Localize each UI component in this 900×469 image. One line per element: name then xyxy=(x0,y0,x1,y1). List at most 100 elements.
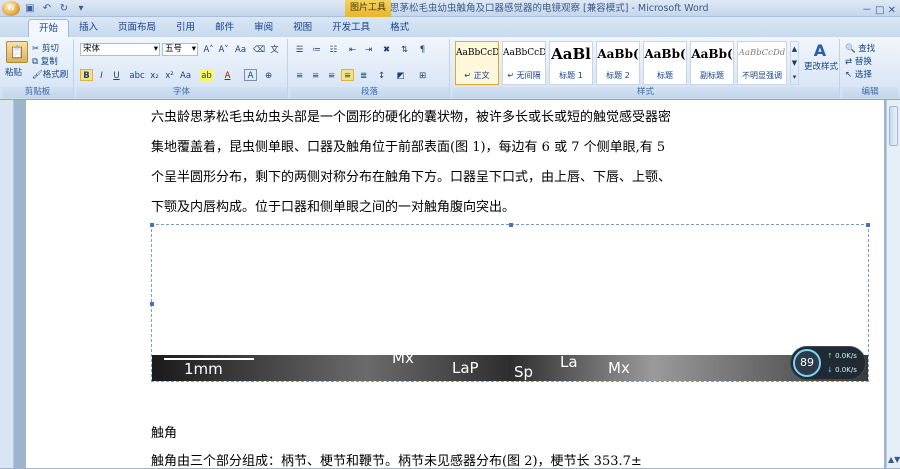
borders-icon[interactable]: ⊞ xyxy=(416,69,429,81)
style-no-spacing[interactable]: AaBbCcDc ↵ 无间隔 xyxy=(502,41,546,85)
bold-button[interactable]: B xyxy=(80,69,93,81)
style-heading-2-sample: AaBb( xyxy=(597,47,639,61)
download-rate-value: 0.0K/s xyxy=(835,366,857,374)
vertical-scrollbar[interactable]: ▲▼ xyxy=(886,100,900,468)
style-subtitle[interactable]: AaBb( 副标题 xyxy=(690,41,734,85)
select-label: 选择 xyxy=(854,70,872,80)
strikethrough-button[interactable]: abc xyxy=(128,69,146,81)
show-marks-icon[interactable]: ¶ xyxy=(416,43,429,55)
network-speed-widget[interactable]: 89 ↑ 0.0K/s ↓ 0.0K/s xyxy=(790,346,866,380)
binoculars-icon: 🔍 xyxy=(845,44,856,54)
download-arrow-icon: ↓ xyxy=(827,366,833,374)
scrollbar-thumb[interactable] xyxy=(889,106,898,146)
shrink-font-icon[interactable]: A˅ xyxy=(217,43,230,55)
style-subtle-emphasis[interactable]: AaBbCcDd 不明显强调 xyxy=(737,41,787,85)
align-left-icon[interactable]: ≡ xyxy=(293,69,306,81)
editing-group-label: 编辑 xyxy=(842,87,898,98)
style-title[interactable]: AaBb( 标题 xyxy=(643,41,687,85)
decrease-indent-icon[interactable]: ⇤ xyxy=(346,43,359,55)
cut-button[interactable]: ✂ 剪切 xyxy=(32,42,59,54)
phonetic-icon[interactable]: 文 xyxy=(268,43,281,55)
resize-handle[interactable] xyxy=(509,223,513,227)
picture-tools-context-tab: 图片工具 xyxy=(345,0,392,17)
undo-icon[interactable]: ↶ xyxy=(40,2,54,16)
change-styles-label: 更改样式 xyxy=(804,62,839,72)
subscript-button[interactable]: x₂ xyxy=(148,69,161,81)
office-button-icon[interactable]: W xyxy=(2,1,20,16)
highlight-icon[interactable]: ab xyxy=(200,69,213,81)
resize-handle[interactable] xyxy=(866,223,870,227)
italic-button[interactable]: I xyxy=(95,69,108,81)
align-right-icon[interactable]: ≡ xyxy=(325,69,338,81)
tab-home[interactable]: 开始 xyxy=(28,19,70,37)
format-painter-button[interactable]: 🖌格式刷 xyxy=(32,68,68,80)
page-nav-icon[interactable]: ▲▼ xyxy=(888,455,900,464)
paste-icon[interactable]: 📋 xyxy=(6,41,28,63)
font-group-label: 字体 xyxy=(76,87,287,98)
resize-handle[interactable] xyxy=(150,223,154,227)
style-no-spacing-sample: AaBbCcDc xyxy=(503,48,545,58)
font-color-icon[interactable]: A xyxy=(221,69,234,81)
figure-label: Mx xyxy=(392,355,414,367)
line-spacing-icon[interactable]: ↕ xyxy=(375,69,388,81)
save-icon[interactable]: ▣ xyxy=(23,2,37,16)
tab-developer[interactable]: 开发工具 xyxy=(322,19,380,37)
style-subtitle-sample: AaBb( xyxy=(691,47,733,61)
justify-icon[interactable]: ≡ xyxy=(341,69,354,81)
font-size-combo[interactable]: 五号 ▾ xyxy=(162,43,198,56)
style-subtle-emphasis-name: 不明显强调 xyxy=(742,71,782,80)
char-border-icon[interactable]: A xyxy=(244,69,257,81)
style-normal[interactable]: AaBbCcDc ↵ 正文 xyxy=(455,41,499,85)
align-center-icon[interactable]: ≡ xyxy=(309,69,322,81)
scale-label: 1mm xyxy=(184,360,223,378)
style-title-name: 标题 xyxy=(657,71,673,80)
tab-page-layout[interactable]: 页面布局 xyxy=(108,19,166,37)
grow-font-icon[interactable]: A˄ xyxy=(202,43,215,55)
superscript-button[interactable]: x² xyxy=(163,69,176,81)
select-button[interactable]: ↖ 选择 xyxy=(845,68,872,80)
tab-review[interactable]: 审阅 xyxy=(244,19,283,37)
shading-icon[interactable]: ◩ xyxy=(394,69,407,81)
paragraph-line: 下颚及内唇构成。位于口器和侧单眼之间的一对触角腹向突出。 xyxy=(151,200,516,215)
document-page[interactable]: 六虫龄思茅松毛虫幼虫头部是一个圆形的硬化的囊状物，被许多长或长或短的触觉感受器密… xyxy=(26,100,884,469)
increase-indent-icon[interactable]: ⇥ xyxy=(362,43,375,55)
style-heading-1-sample: AaBl xyxy=(551,45,591,63)
tab-mailings[interactable]: 邮件 xyxy=(205,19,244,37)
change-styles-button[interactable]: A 更改样式 xyxy=(804,41,839,72)
styles-scroll[interactable]: ▲ ▼ ▾ xyxy=(790,41,799,85)
window-controls[interactable]: － □ ✕ xyxy=(862,1,896,16)
bullets-icon[interactable]: ☰ xyxy=(293,43,306,55)
sort-icon[interactable]: ⇅ xyxy=(398,43,411,55)
upload-rate: ↑ 0.0K/s xyxy=(827,352,857,360)
find-button[interactable]: 🔍 查找 xyxy=(845,42,875,54)
change-case-icon[interactable]: Aa xyxy=(234,43,247,55)
tab-insert[interactable]: 插入 xyxy=(69,19,108,37)
multilevel-list-icon[interactable]: ☷ xyxy=(327,43,340,55)
clipboard-group-label: 剪贴板 xyxy=(2,87,73,98)
tab-format[interactable]: 格式 xyxy=(380,19,419,37)
style-heading-2[interactable]: AaBb( 标题 2 xyxy=(596,41,640,85)
tab-view[interactable]: 视图 xyxy=(283,19,322,37)
selected-figure[interactable]: 1mm Mx LaP Sp La Mx xyxy=(150,223,870,382)
underline-button[interactable]: U xyxy=(110,69,123,81)
style-title-sample: AaBb( xyxy=(644,47,686,61)
font-name-combo[interactable]: 宋体 ▾ xyxy=(80,43,160,56)
tab-references[interactable]: 引用 xyxy=(166,19,205,37)
text-effects-icon[interactable]: Aa xyxy=(179,69,192,81)
chinese-layout-icon[interactable]: ✖ xyxy=(380,43,393,55)
paragraph-line: 触角由三个部分组成：柄节、梗节和鞭节。柄节未见感器分布(图 2)，梗节长 353… xyxy=(151,454,642,469)
redo-icon[interactable]: ↻ xyxy=(57,2,71,16)
paste-button[interactable]: 粘贴 xyxy=(5,66,22,78)
style-heading-1[interactable]: AaBl 标题 1 xyxy=(549,41,593,85)
style-no-spacing-name: ↵ 无间隔 xyxy=(507,71,541,80)
enclose-char-icon[interactable]: ⊕ xyxy=(262,69,275,81)
vertical-ruler[interactable] xyxy=(0,100,14,468)
copy-button[interactable]: ⧉ 复制 xyxy=(32,55,58,67)
replace-button[interactable]: ⇄ 替换 xyxy=(845,55,872,67)
qat-dropdown-icon[interactable]: ▾ xyxy=(74,2,88,16)
resize-handle[interactable] xyxy=(150,302,154,306)
paragraph-line: 六虫龄思茅松毛虫幼虫头部是一个圆形的硬化的囊状物，被许多长或长或短的触觉感受器密 xyxy=(151,110,672,125)
numbering-icon[interactable]: ≔ xyxy=(310,43,323,55)
distributed-icon[interactable]: ≣ xyxy=(357,69,370,81)
clear-format-icon[interactable]: ⌫ xyxy=(252,43,265,55)
